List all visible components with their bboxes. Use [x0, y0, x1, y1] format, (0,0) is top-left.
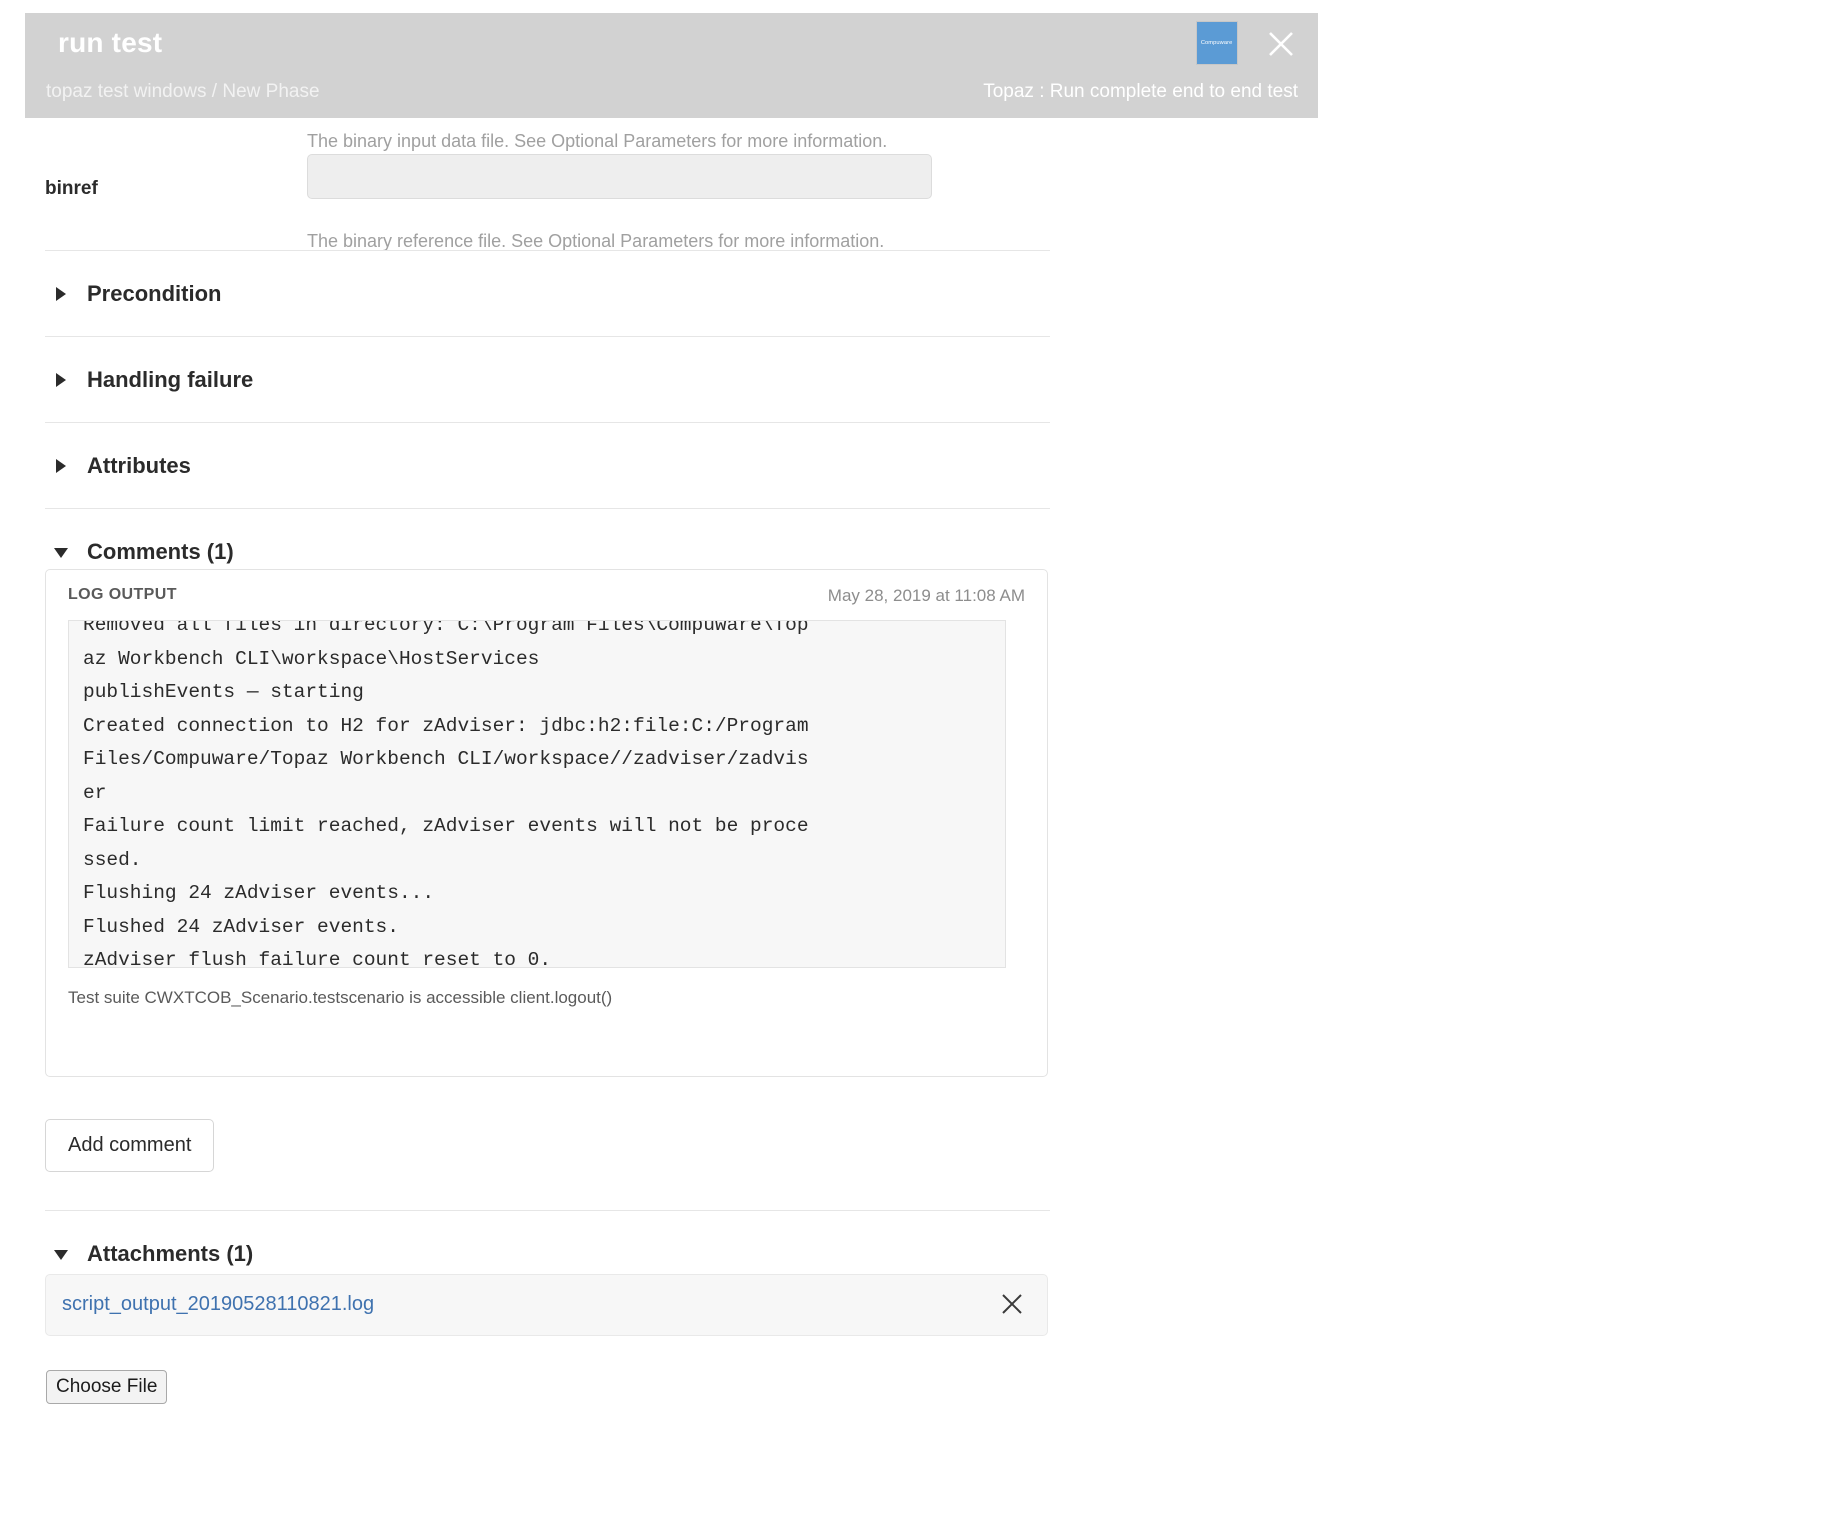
log-output-text: Removed all files in directory: C:\Progr… — [83, 620, 809, 968]
binref-label: binref — [45, 178, 98, 199]
modal-header: run test topaz test windows / New Phase … — [25, 13, 1318, 118]
divider — [45, 336, 1050, 337]
binary-input-hint: The binary input data file. See Optional… — [307, 131, 888, 151]
chevron-right-icon — [54, 459, 68, 473]
compuware-logo-icon: Compuware — [1196, 21, 1238, 65]
binref-field-group: The binary input data file. See Optional… — [45, 118, 1050, 298]
section-handling-failure[interactable]: Handling failure — [45, 360, 1050, 400]
divider — [45, 422, 1050, 423]
attachment-row: script_output_20190528110821.log — [45, 1274, 1048, 1336]
divider — [45, 508, 1050, 509]
comment-kind-label: LOG OUTPUT — [68, 586, 177, 603]
comment-footer-note: Test suite CWXTCOB_Scenario.testscenario… — [68, 988, 613, 1007]
section-handling-failure-label: Handling failure — [87, 367, 254, 392]
brand-badge-label: Compuware — [1201, 40, 1233, 46]
modal-body: The binary input data file. See Optional… — [0, 118, 1848, 1404]
chevron-right-icon — [54, 287, 68, 301]
section-attributes-label: Attributes — [87, 453, 191, 478]
modal-context-label: Topaz : Run complete end to end test — [983, 81, 1298, 102]
log-output-box[interactable]: Removed all files in directory: C:\Progr… — [68, 620, 1006, 968]
breadcrumb: topaz test windows / New Phase — [46, 81, 320, 102]
divider — [45, 1210, 1050, 1211]
binref-input[interactable] — [307, 154, 932, 199]
attachment-file-link[interactable]: script_output_20190528110821.log — [62, 1293, 374, 1316]
section-comments-label: Comments (1) — [87, 539, 234, 564]
choose-file-button[interactable]: Choose File — [46, 1370, 168, 1404]
remove-attachment-icon[interactable] — [999, 1291, 1025, 1317]
comment-header: LOG OUTPUT May 28, 2019 at 11:08 AM — [68, 586, 1025, 608]
comment-timestamp: May 28, 2019 at 11:08 AM — [827, 586, 1025, 605]
comment-card: LOG OUTPUT May 28, 2019 at 11:08 AM Remo… — [45, 569, 1048, 1077]
chevron-right-icon — [54, 373, 68, 387]
divider — [45, 250, 1050, 251]
section-comments[interactable]: Comments (1) — [45, 532, 1050, 572]
modal-title: run test — [58, 27, 163, 58]
binary-reference-hint: The binary reference file. See Optional … — [307, 231, 885, 251]
section-precondition[interactable]: Precondition — [45, 274, 1050, 314]
chevron-down-icon — [54, 1247, 68, 1261]
section-attachments-label: Attachments (1) — [87, 1241, 254, 1266]
add-comment-button[interactable]: Add comment — [45, 1119, 215, 1172]
chevron-down-icon — [54, 545, 68, 559]
section-attributes[interactable]: Attributes — [45, 446, 1050, 486]
section-precondition-label: Precondition — [87, 281, 222, 306]
close-icon[interactable] — [1262, 25, 1300, 63]
section-attachments[interactable]: Attachments (1) — [45, 1234, 1050, 1274]
